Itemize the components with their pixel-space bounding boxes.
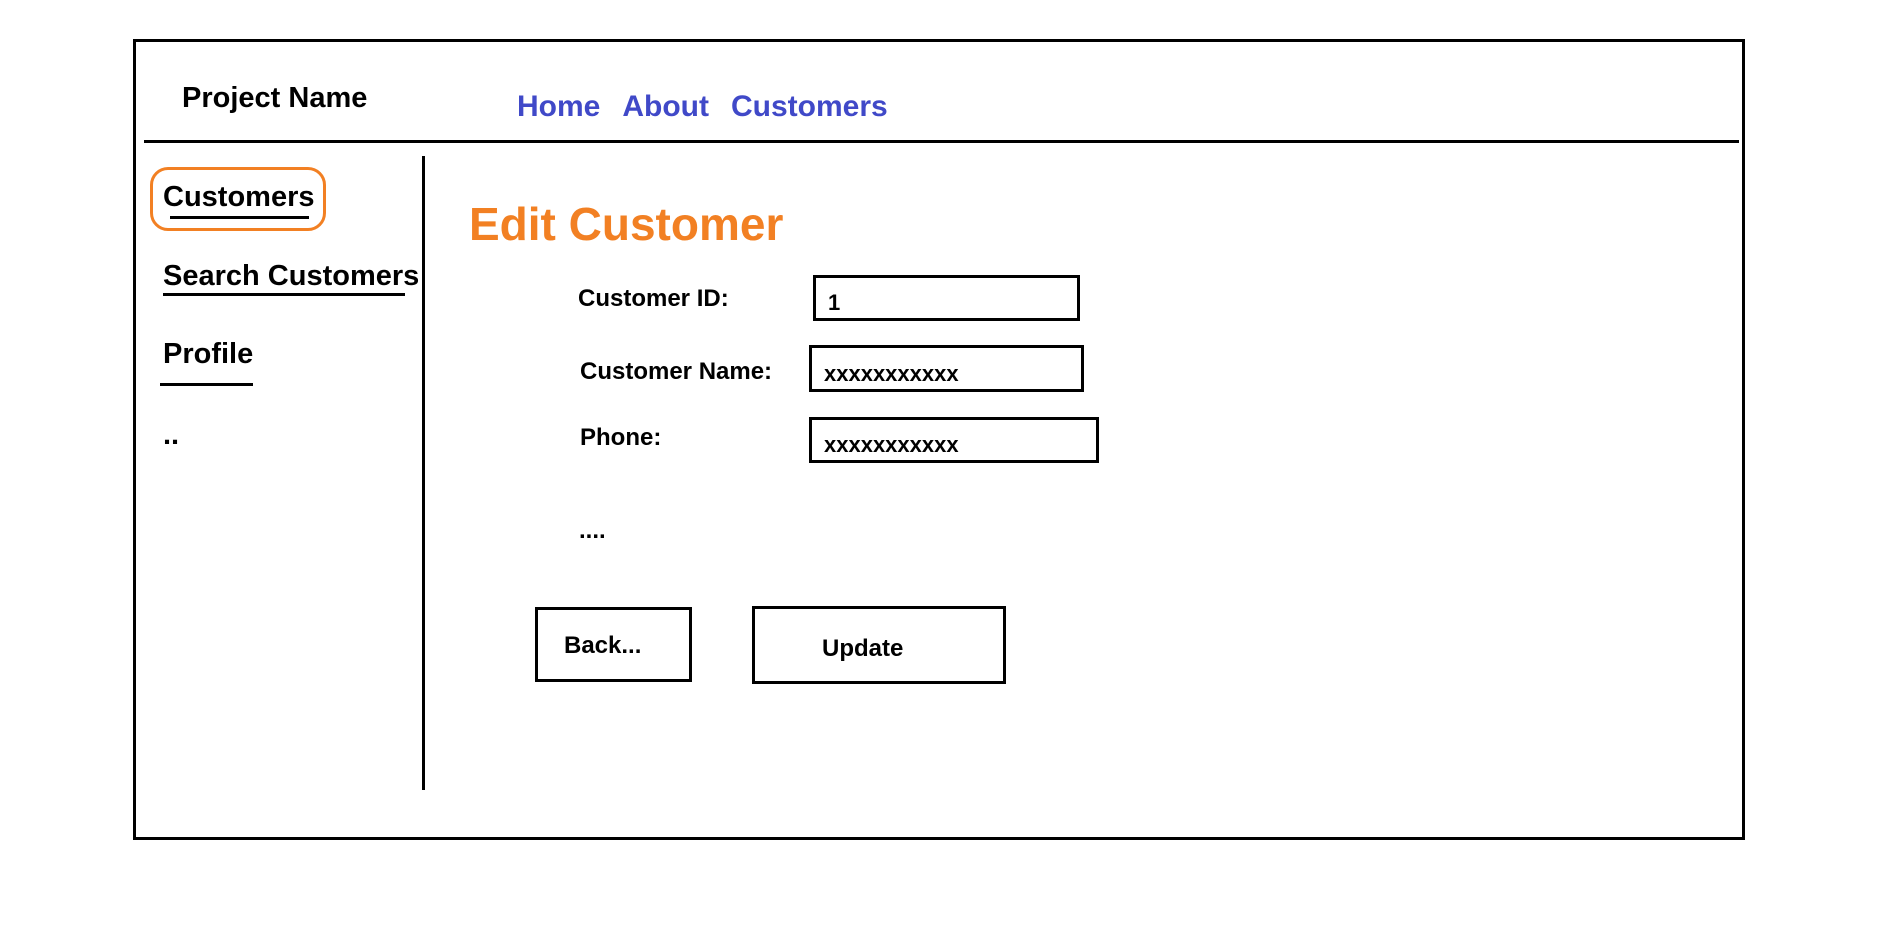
sidebar-item-underline [170, 216, 309, 219]
sidebar-item-underline [163, 293, 405, 296]
customer-id-input[interactable] [816, 278, 1077, 318]
top-nav: Home About Customers [517, 87, 888, 127]
customer-id-field[interactable] [813, 275, 1080, 321]
sidebar-item-search-customers[interactable]: Search Customers [163, 257, 420, 296]
more-fields-ellipsis: .... [579, 517, 606, 544]
back-button[interactable]: Back... [535, 607, 692, 682]
project-name: Project Name [182, 82, 368, 114]
sidebar-item-label: Customers [163, 181, 315, 213]
update-button-label: Update [822, 635, 904, 662]
nav-home-link[interactable]: Home [517, 87, 600, 127]
customer-name-label: Customer Name: [580, 358, 773, 385]
customer-id-label: Customer ID: [578, 285, 729, 312]
sidebar-item-profile[interactable]: Profile [160, 335, 254, 386]
sidebar-item-label: Search Customers [163, 260, 420, 292]
phone-field[interactable] [809, 417, 1099, 463]
customer-name-input[interactable] [812, 348, 1081, 389]
sidebar-item-underline [160, 383, 253, 386]
header-divider [144, 140, 1739, 143]
nav-customers-link[interactable]: Customers [731, 87, 888, 127]
phone-input[interactable] [812, 420, 1096, 460]
sidebar-divider [422, 156, 425, 790]
page-title: Edit Customer [469, 198, 784, 250]
sidebar-more: .. [163, 419, 180, 451]
sidebar-item-customers[interactable]: Customers [163, 178, 315, 219]
sidebar-item-label: Profile [163, 338, 254, 370]
back-button-label: Back... [564, 632, 642, 659]
phone-label: Phone: [580, 424, 662, 451]
customer-name-field[interactable] [809, 345, 1084, 392]
update-button[interactable]: Update [752, 606, 1006, 684]
nav-about-link[interactable]: About [622, 87, 709, 127]
